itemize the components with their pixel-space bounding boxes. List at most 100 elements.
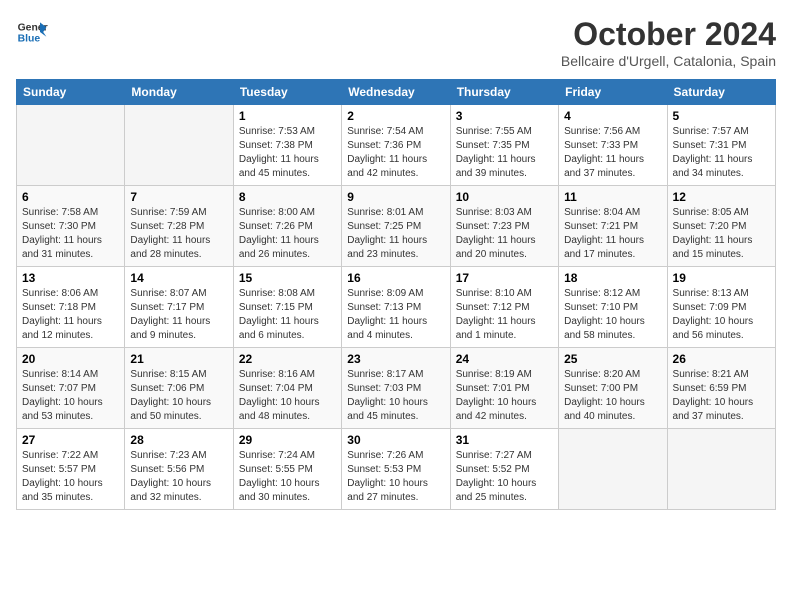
- day-number: 14: [130, 271, 227, 285]
- weekday-header: Tuesday: [233, 80, 341, 105]
- calendar-table: SundayMondayTuesdayWednesdayThursdayFrid…: [16, 79, 776, 510]
- day-info: Sunrise: 8:08 AM Sunset: 7:15 PM Dayligh…: [239, 287, 336, 343]
- day-number: 27: [22, 433, 119, 447]
- calendar-cell: [17, 105, 125, 186]
- calendar-cell: 27 Sunrise: 7:22 AM Sunset: 5:57 PM Dayli…: [17, 429, 125, 510]
- day-info: Sunrise: 8:12 AM Sunset: 7:10 PM Dayligh…: [564, 287, 661, 343]
- location-subtitle: Bellcaire d'Urgell, Catalonia, Spain: [561, 53, 776, 69]
- day-number: 3: [456, 109, 553, 123]
- calendar-cell: 26 Sunrise: 8:21 AM Sunset: 6:59 PM Dayli…: [667, 348, 775, 429]
- calendar-cell: 13 Sunrise: 8:06 AM Sunset: 7:18 PM Dayli…: [17, 267, 125, 348]
- calendar-cell: 8 Sunrise: 8:00 AM Sunset: 7:26 PM Daylig…: [233, 186, 341, 267]
- day-number: 11: [564, 190, 661, 204]
- day-number: 13: [22, 271, 119, 285]
- calendar-week-row: 13 Sunrise: 8:06 AM Sunset: 7:18 PM Dayli…: [17, 267, 776, 348]
- calendar-cell: 18Sunrise: 8:12 AM Sunset: 7:10 PM Dayli…: [559, 267, 667, 348]
- day-info: Sunrise: 8:19 AM Sunset: 7:01 PM Dayligh…: [456, 368, 553, 424]
- calendar-cell: [559, 429, 667, 510]
- day-info: Sunrise: 8:09 AM Sunset: 7:13 PM Dayligh…: [347, 287, 444, 343]
- day-info: Sunrise: 7:22 AM Sunset: 5:57 PM Dayligh…: [22, 449, 119, 505]
- day-info: Sunrise: 8:05 AM Sunset: 7:20 PM Dayligh…: [673, 206, 770, 262]
- calendar-cell: 25Sunrise: 8:20 AM Sunset: 7:00 PM Dayli…: [559, 348, 667, 429]
- page-header: General Blue October 2024 Bellcaire d'Ur…: [16, 16, 776, 69]
- logo: General Blue: [16, 16, 48, 48]
- calendar-cell: 29Sunrise: 7:24 AM Sunset: 5:55 PM Dayli…: [233, 429, 341, 510]
- day-number: 29: [239, 433, 336, 447]
- weekday-header: Monday: [125, 80, 233, 105]
- calendar-week-row: 20Sunrise: 8:14 AM Sunset: 7:07 PM Dayli…: [17, 348, 776, 429]
- calendar-cell: 10Sunrise: 8:03 AM Sunset: 7:23 PM Dayli…: [450, 186, 558, 267]
- calendar-week-row: 27 Sunrise: 7:22 AM Sunset: 5:57 PM Dayli…: [17, 429, 776, 510]
- calendar-cell: 1 Sunrise: 7:53 AM Sunset: 7:38 PM Daylig…: [233, 105, 341, 186]
- day-number: 16: [347, 271, 444, 285]
- day-info: Sunrise: 7:54 AM Sunset: 7:36 PM Dayligh…: [347, 125, 444, 181]
- calendar-cell: 17 Sunrise: 8:10 AM Sunset: 7:12 PM Dayli…: [450, 267, 558, 348]
- calendar-cell: 4Sunrise: 7:56 AM Sunset: 7:33 PM Daylig…: [559, 105, 667, 186]
- calendar-cell: 9Sunrise: 8:01 AM Sunset: 7:25 PM Daylig…: [342, 186, 450, 267]
- day-info: Sunrise: 8:06 AM Sunset: 7:18 PM Dayligh…: [22, 287, 119, 343]
- logo-icon: General Blue: [16, 16, 48, 48]
- weekday-header: Friday: [559, 80, 667, 105]
- calendar-cell: 30Sunrise: 7:26 AM Sunset: 5:53 PM Dayli…: [342, 429, 450, 510]
- day-info: Sunrise: 7:56 AM Sunset: 7:33 PM Dayligh…: [564, 125, 661, 181]
- day-number: 17: [456, 271, 553, 285]
- weekday-header: Thursday: [450, 80, 558, 105]
- calendar-cell: 16 Sunrise: 8:09 AM Sunset: 7:13 PM Dayli…: [342, 267, 450, 348]
- calendar-cell: 31Sunrise: 7:27 AM Sunset: 5:52 PM Dayli…: [450, 429, 558, 510]
- svg-text:Blue: Blue: [18, 34, 41, 45]
- day-number: 6: [22, 190, 119, 204]
- calendar-cell: 23 Sunrise: 8:17 AM Sunset: 7:03 PM Dayli…: [342, 348, 450, 429]
- day-number: 8: [239, 190, 336, 204]
- day-number: 21: [130, 352, 227, 366]
- day-number: 12: [673, 190, 770, 204]
- calendar-week-row: 6 Sunrise: 7:58 AM Sunset: 7:30 PM Daylig…: [17, 186, 776, 267]
- day-number: 20: [22, 352, 119, 366]
- day-info: Sunrise: 7:53 AM Sunset: 7:38 PM Dayligh…: [239, 125, 336, 181]
- day-info: Sunrise: 8:15 AM Sunset: 7:06 PM Dayligh…: [130, 368, 227, 424]
- calendar-cell: 24Sunrise: 8:19 AM Sunset: 7:01 PM Dayli…: [450, 348, 558, 429]
- calendar-cell: 19Sunrise: 8:13 AM Sunset: 7:09 PM Dayli…: [667, 267, 775, 348]
- calendar-cell: [667, 429, 775, 510]
- calendar-cell: 15 Sunrise: 8:08 AM Sunset: 7:15 PM Dayli…: [233, 267, 341, 348]
- weekday-header: Saturday: [667, 80, 775, 105]
- day-info: Sunrise: 8:01 AM Sunset: 7:25 PM Dayligh…: [347, 206, 444, 262]
- day-number: 30: [347, 433, 444, 447]
- day-number: 23: [347, 352, 444, 366]
- day-info: Sunrise: 7:58 AM Sunset: 7:30 PM Dayligh…: [22, 206, 119, 262]
- day-info: Sunrise: 8:00 AM Sunset: 7:26 PM Dayligh…: [239, 206, 336, 262]
- calendar-cell: 2Sunrise: 7:54 AM Sunset: 7:36 PM Daylig…: [342, 105, 450, 186]
- calendar-cell: 28 Sunrise: 7:23 AM Sunset: 5:56 PM Dayli…: [125, 429, 233, 510]
- calendar-cell: 6 Sunrise: 7:58 AM Sunset: 7:30 PM Daylig…: [17, 186, 125, 267]
- day-info: Sunrise: 7:59 AM Sunset: 7:28 PM Dayligh…: [130, 206, 227, 262]
- weekday-header: Sunday: [17, 80, 125, 105]
- day-info: Sunrise: 8:07 AM Sunset: 7:17 PM Dayligh…: [130, 287, 227, 343]
- calendar-cell: 3 Sunrise: 7:55 AM Sunset: 7:35 PM Daylig…: [450, 105, 558, 186]
- day-info: Sunrise: 8:16 AM Sunset: 7:04 PM Dayligh…: [239, 368, 336, 424]
- calendar-week-row: 1 Sunrise: 7:53 AM Sunset: 7:38 PM Daylig…: [17, 105, 776, 186]
- day-number: 5: [673, 109, 770, 123]
- day-number: 22: [239, 352, 336, 366]
- calendar-cell: 22 Sunrise: 8:16 AM Sunset: 7:04 PM Dayli…: [233, 348, 341, 429]
- day-info: Sunrise: 7:57 AM Sunset: 7:31 PM Dayligh…: [673, 125, 770, 181]
- day-number: 1: [239, 109, 336, 123]
- month-title: October 2024: [561, 16, 776, 53]
- day-info: Sunrise: 8:17 AM Sunset: 7:03 PM Dayligh…: [347, 368, 444, 424]
- day-number: 25: [564, 352, 661, 366]
- calendar-cell: 5 Sunrise: 7:57 AM Sunset: 7:31 PM Daylig…: [667, 105, 775, 186]
- day-number: 7: [130, 190, 227, 204]
- day-info: Sunrise: 7:23 AM Sunset: 5:56 PM Dayligh…: [130, 449, 227, 505]
- day-info: Sunrise: 7:55 AM Sunset: 7:35 PM Dayligh…: [456, 125, 553, 181]
- day-info: Sunrise: 8:03 AM Sunset: 7:23 PM Dayligh…: [456, 206, 553, 262]
- day-number: 28: [130, 433, 227, 447]
- day-number: 26: [673, 352, 770, 366]
- day-number: 15: [239, 271, 336, 285]
- day-number: 31: [456, 433, 553, 447]
- day-info: Sunrise: 8:04 AM Sunset: 7:21 PM Dayligh…: [564, 206, 661, 262]
- weekday-header: Wednesday: [342, 80, 450, 105]
- calendar-cell: 20Sunrise: 8:14 AM Sunset: 7:07 PM Dayli…: [17, 348, 125, 429]
- day-info: Sunrise: 8:21 AM Sunset: 6:59 PM Dayligh…: [673, 368, 770, 424]
- calendar-cell: [125, 105, 233, 186]
- title-block: October 2024 Bellcaire d'Urgell, Catalon…: [561, 16, 776, 69]
- day-number: 19: [673, 271, 770, 285]
- day-info: Sunrise: 8:10 AM Sunset: 7:12 PM Dayligh…: [456, 287, 553, 343]
